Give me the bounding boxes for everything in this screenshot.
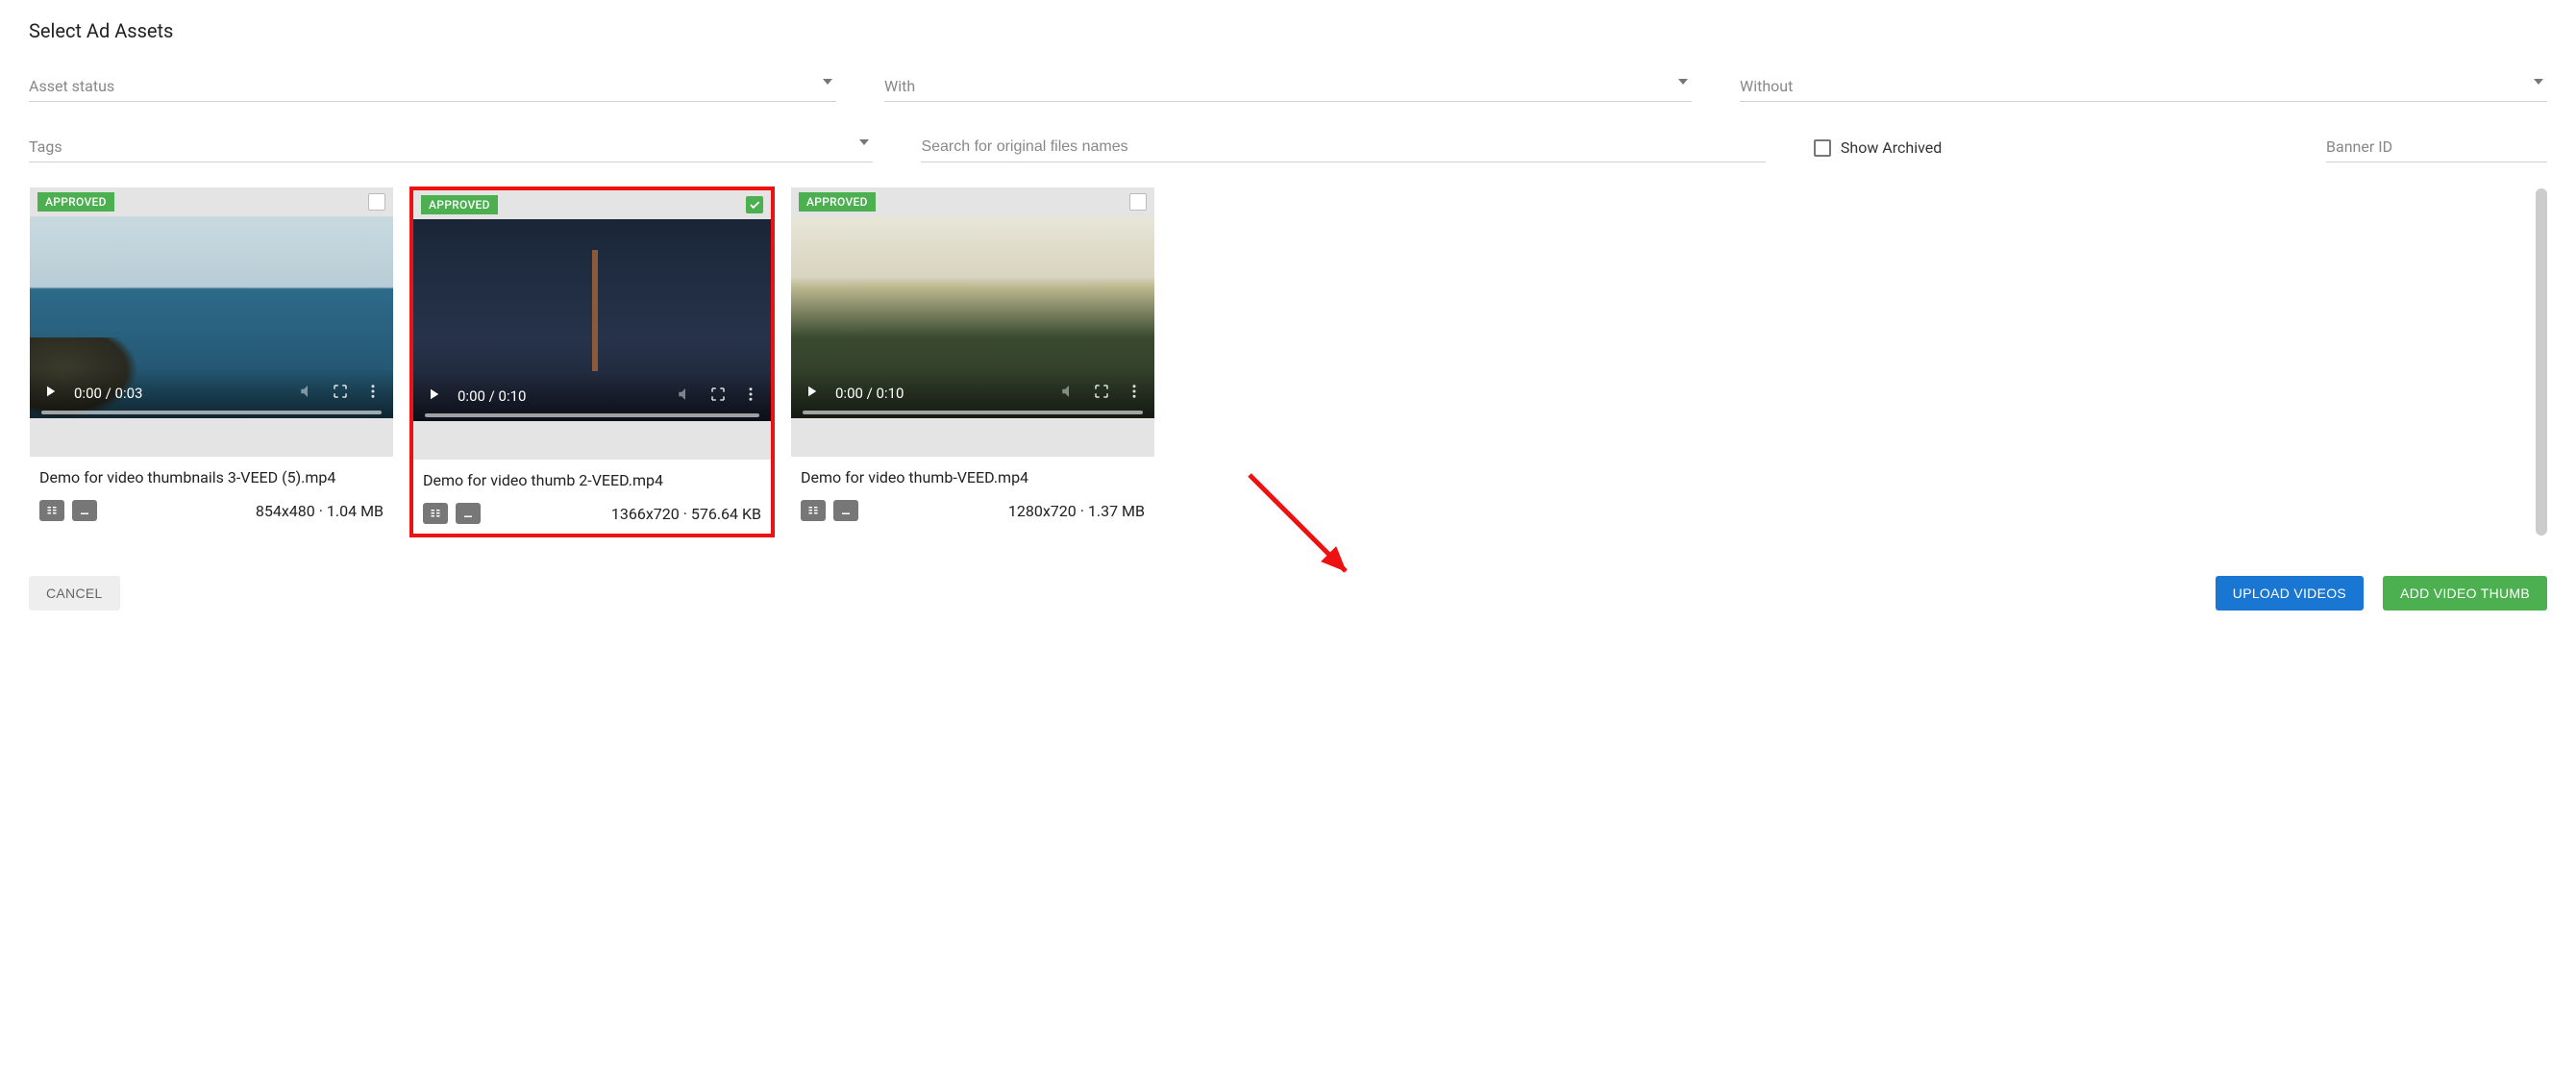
asset-status-select[interactable]: Asset status <box>29 71 836 102</box>
asset-meta: 1280x720 · 1.37 MB <box>1008 502 1145 520</box>
asset-card[interactable]: APPROVED 0:00 / 0:10 Demo for video thum… <box>790 187 1155 537</box>
status-badge: APPROVED <box>421 195 498 214</box>
volume-icon[interactable] <box>1060 383 1077 404</box>
fullscreen-icon[interactable] <box>332 383 349 404</box>
asset-card[interactable]: APPROVED 0:00 / 0:03 Demo for video thum… <box>29 187 394 537</box>
details-icon[interactable] <box>423 503 448 524</box>
video-time-label: 0:00 / 0:10 <box>458 387 526 405</box>
banner-id-field[interactable]: Banner ID <box>2326 132 2547 162</box>
video-time-label: 0:00 / 0:10 <box>835 385 904 402</box>
video-progress[interactable] <box>803 411 1143 414</box>
asset-filename: Demo for video thumb 2-VEED.mp4 <box>423 471 761 489</box>
download-icon[interactable] <box>833 500 858 521</box>
asset-grid: APPROVED 0:00 / 0:03 Demo for video thum… <box>29 187 2547 537</box>
asset-status-label: Asset status <box>29 77 114 95</box>
asset-meta: 854x480 · 1.04 MB <box>256 502 384 520</box>
video-thumbnail[interactable]: 0:00 / 0:03 <box>30 216 393 418</box>
play-icon[interactable] <box>425 386 442 407</box>
scrollbar[interactable] <box>2536 188 2547 536</box>
video-time-label: 0:00 / 0:03 <box>74 385 142 402</box>
video-thumbnail[interactable]: 0:00 / 0:10 <box>791 216 1154 418</box>
select-checkbox[interactable] <box>746 196 763 213</box>
show-archived-checkbox[interactable] <box>1814 139 1831 157</box>
chevron-down-icon <box>859 139 869 145</box>
search-input[interactable] <box>921 138 1765 156</box>
without-label: Without <box>1740 77 1793 95</box>
with-select[interactable]: With <box>884 71 1692 102</box>
status-badge: APPROVED <box>37 192 114 212</box>
chevron-down-icon <box>1678 79 1688 85</box>
with-label: With <box>884 77 915 95</box>
asset-filename: Demo for video thumb-VEED.mp4 <box>801 468 1145 486</box>
add-video-thumb-button[interactable]: ADD VIDEO THUMB <box>2383 576 2547 611</box>
video-thumbnail[interactable]: 0:00 / 0:10 <box>413 219 771 421</box>
video-progress[interactable] <box>41 411 382 414</box>
download-icon[interactable] <box>456 503 481 524</box>
more-icon[interactable] <box>742 386 759 407</box>
chevron-down-icon <box>2534 79 2543 85</box>
search-field[interactable] <box>921 131 1765 162</box>
download-icon[interactable] <box>72 500 97 521</box>
more-icon[interactable] <box>1126 383 1143 404</box>
tags-select[interactable]: Tags <box>29 132 873 162</box>
status-badge: APPROVED <box>799 192 876 212</box>
volume-icon[interactable] <box>677 386 694 407</box>
cancel-button[interactable]: CANCEL <box>29 576 120 611</box>
show-archived-label: Show Archived <box>1841 138 1942 157</box>
details-icon[interactable] <box>39 500 64 521</box>
upload-videos-button[interactable]: UPLOAD VIDEOS <box>2216 576 2364 611</box>
without-select[interactable]: Without <box>1740 71 2547 102</box>
fullscreen-icon[interactable] <box>709 386 727 407</box>
asset-filename: Demo for video thumbnails 3-VEED (5).mp4 <box>39 468 384 486</box>
select-checkbox[interactable] <box>368 193 385 211</box>
page-title: Select Ad Assets <box>29 19 2547 42</box>
play-icon[interactable] <box>41 383 59 404</box>
asset-meta: 1366x720 · 576.64 KB <box>611 505 761 523</box>
tags-label: Tags <box>29 137 62 156</box>
chevron-down-icon <box>823 79 832 85</box>
play-icon[interactable] <box>803 383 820 404</box>
more-icon[interactable] <box>364 383 382 404</box>
asset-card[interactable]: APPROVED 0:00 / 0:10 Demo for video thum… <box>409 187 775 537</box>
banner-id-label: Banner ID <box>2326 137 2392 156</box>
select-checkbox[interactable] <box>1129 193 1147 211</box>
fullscreen-icon[interactable] <box>1093 383 1110 404</box>
details-icon[interactable] <box>801 500 826 521</box>
video-progress[interactable] <box>425 413 759 417</box>
volume-icon[interactable] <box>299 383 316 404</box>
